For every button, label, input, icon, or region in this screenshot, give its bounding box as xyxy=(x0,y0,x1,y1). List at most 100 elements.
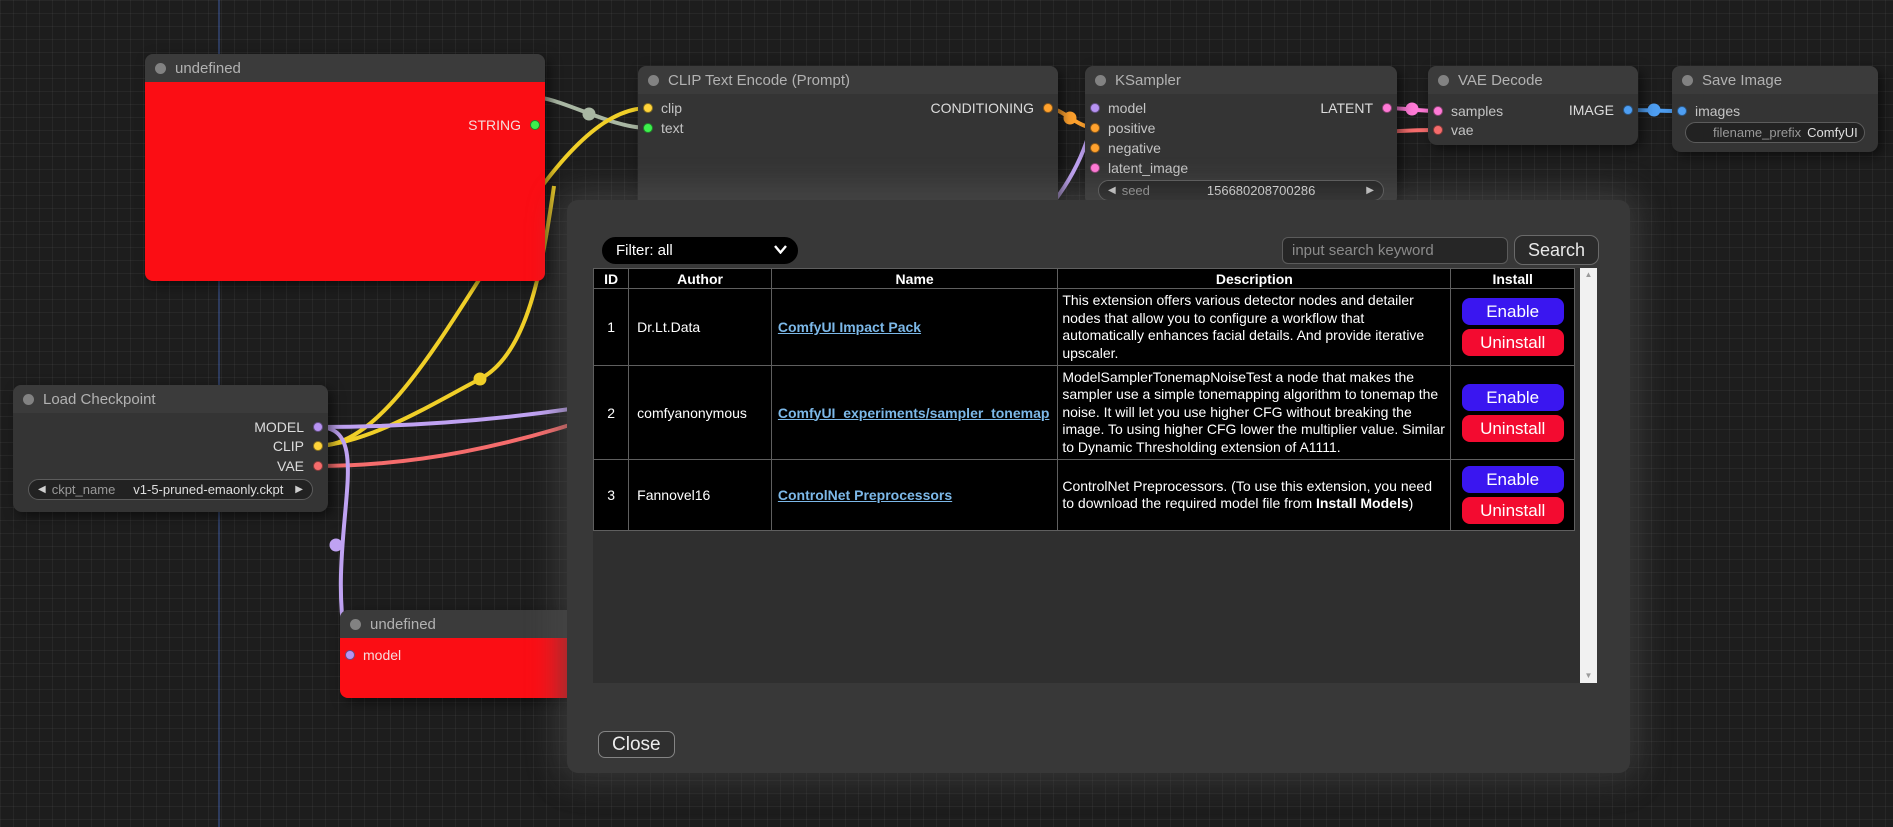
output-slot-image[interactable]: IMAGE xyxy=(1569,100,1633,120)
image-port-icon[interactable] xyxy=(1677,106,1687,116)
output-slot-string[interactable]: STRING xyxy=(468,115,540,135)
node-save-image[interactable]: Save Image images filename_prefix ComfyU… xyxy=(1672,66,1878,152)
latent-port-icon[interactable] xyxy=(1090,163,1100,173)
collapse-dot-icon[interactable] xyxy=(1438,75,1449,86)
widget-value[interactable]: ComfyUI xyxy=(1807,125,1868,140)
input-slot-positive[interactable]: positive xyxy=(1090,118,1155,138)
node-title: undefined xyxy=(175,60,241,77)
input-slot-text[interactable]: text xyxy=(643,118,684,138)
decrement-arrow-icon[interactable]: ◀ xyxy=(38,484,46,495)
vae-port-icon[interactable] xyxy=(1433,125,1443,135)
collapse-dot-icon[interactable] xyxy=(648,75,659,86)
node-undefined-top[interactable]: undefined STRING xyxy=(145,54,545,281)
input-slot-samples[interactable]: samples xyxy=(1433,101,1503,121)
node-header[interactable]: undefined xyxy=(145,54,545,82)
text-port-icon[interactable] xyxy=(643,123,653,133)
extension-link[interactable]: ControlNet Preprocessors xyxy=(778,487,952,503)
col-header-install: Install xyxy=(1451,269,1575,289)
comfyui-canvas[interactable]: undefined STRING CLIP Text Encode (Promp… xyxy=(0,0,1893,827)
model-port-icon[interactable] xyxy=(345,650,355,660)
col-header-id: ID xyxy=(594,269,629,289)
wire-conditioning-dot[interactable] xyxy=(1064,112,1077,125)
enable-button[interactable]: Enable xyxy=(1462,298,1564,325)
node-load-checkpoint[interactable]: Load Checkpoint MODEL CLIP VAE ◀ ckpt_na… xyxy=(13,385,328,512)
latent-port-icon[interactable] xyxy=(1433,106,1443,116)
vae-port-icon[interactable] xyxy=(313,461,323,471)
output-slot-vae[interactable]: VAE xyxy=(277,456,323,476)
extension-manager-dialog: Filter: all Search ID Author Name Descri… xyxy=(567,200,1630,773)
clip-port-icon[interactable] xyxy=(313,441,323,451)
close-button[interactable]: Close xyxy=(598,731,675,758)
extension-table-container[interactable]: ID Author Name Description Install 1 Dr.… xyxy=(593,268,1597,683)
image-port-icon[interactable] xyxy=(1623,105,1633,115)
output-slot-model[interactable]: MODEL xyxy=(254,417,323,437)
wire-clip-dot[interactable] xyxy=(474,373,487,386)
input-slot-negative[interactable]: negative xyxy=(1090,138,1161,158)
search-button[interactable]: Search xyxy=(1514,235,1599,265)
string-port-icon[interactable] xyxy=(530,120,540,130)
table-scrollbar[interactable]: ▲ ▼ xyxy=(1580,268,1597,683)
extension-link[interactable]: ComfyUI_experiments/sampler_tonemap xyxy=(778,405,1050,421)
conditioning-port-icon[interactable] xyxy=(1043,103,1053,113)
enable-button[interactable]: Enable xyxy=(1462,466,1564,493)
node-clip-text-encode[interactable]: CLIP Text Encode (Prompt) clip text COND… xyxy=(638,66,1058,211)
widget-value[interactable]: v1-5-pruned-emaonly.ckpt xyxy=(121,482,295,497)
input-slot-model[interactable]: model xyxy=(345,645,401,665)
node-vae-decode[interactable]: VAE Decode samples vae IMAGE xyxy=(1428,66,1638,145)
col-header-author: Author xyxy=(629,269,772,289)
output-slot-conditioning[interactable]: CONDITIONING xyxy=(931,98,1053,118)
col-header-name: Name xyxy=(771,269,1057,289)
node-title: KSampler xyxy=(1115,72,1181,89)
ckpt-name-widget[interactable]: ◀ ckpt_name v1-5-pruned-emaonly.ckpt ▶ xyxy=(28,479,313,500)
cell-description: ControlNet Preprocessors. (To use this e… xyxy=(1058,460,1451,531)
scroll-up-icon[interactable]: ▲ xyxy=(1585,271,1593,279)
cell-author: Dr.Lt.Data xyxy=(629,289,772,366)
increment-arrow-icon[interactable]: ▶ xyxy=(295,484,303,495)
node-title: Save Image xyxy=(1702,72,1782,89)
extension-link[interactable]: ComfyUI Impact Pack xyxy=(778,319,921,335)
clip-port-icon[interactable] xyxy=(643,103,653,113)
collapse-dot-icon[interactable] xyxy=(1682,75,1693,86)
model-port-icon[interactable] xyxy=(1090,103,1100,113)
node-header[interactable]: Load Checkpoint xyxy=(13,385,328,413)
wire-string-dot[interactable] xyxy=(583,108,596,121)
col-header-description: Description xyxy=(1058,269,1451,289)
table-header-row: ID Author Name Description Install xyxy=(594,269,1575,289)
collapse-dot-icon[interactable] xyxy=(1095,75,1106,86)
table-row: 3 Fannovel16 ControlNet Preprocessors Co… xyxy=(594,460,1575,531)
wire-latent-dot[interactable] xyxy=(1406,103,1419,116)
node-header[interactable]: CLIP Text Encode (Prompt) xyxy=(638,66,1058,94)
collapse-dot-icon[interactable] xyxy=(155,63,166,74)
uninstall-button[interactable]: Uninstall xyxy=(1462,497,1564,524)
search-input[interactable] xyxy=(1282,237,1508,264)
scroll-down-icon[interactable]: ▼ xyxy=(1585,672,1593,680)
decrement-arrow-icon[interactable]: ◀ xyxy=(1108,185,1116,196)
enable-button[interactable]: Enable xyxy=(1462,384,1564,411)
node-header[interactable]: Save Image xyxy=(1672,66,1878,94)
filename-prefix-widget[interactable]: filename_prefix ComfyUI xyxy=(1685,122,1865,143)
node-header[interactable]: KSampler xyxy=(1085,66,1397,94)
input-slot-vae[interactable]: vae xyxy=(1433,120,1474,140)
increment-arrow-icon[interactable]: ▶ xyxy=(1366,185,1374,196)
seed-widget[interactable]: ◀ seed 156680208700286 ▶ xyxy=(1098,180,1384,201)
input-slot-images[interactable]: images xyxy=(1677,101,1740,121)
uninstall-button[interactable]: Uninstall xyxy=(1462,329,1564,356)
collapse-dot-icon[interactable] xyxy=(23,394,34,405)
widget-value[interactable]: 156680208700286 xyxy=(1156,183,1366,198)
input-slot-latent-image[interactable]: latent_image xyxy=(1090,158,1188,178)
output-slot-clip[interactable]: CLIP xyxy=(273,436,323,456)
node-header[interactable]: VAE Decode xyxy=(1428,66,1638,94)
output-slot-latent[interactable]: LATENT xyxy=(1320,98,1392,118)
collapse-dot-icon[interactable] xyxy=(350,619,361,630)
conditioning-port-icon[interactable] xyxy=(1090,123,1100,133)
conditioning-port-icon[interactable] xyxy=(1090,143,1100,153)
wire-model-dot[interactable] xyxy=(330,539,343,552)
filter-select[interactable]: Filter: all xyxy=(602,237,798,264)
node-ksampler[interactable]: KSampler model positive negative latent_… xyxy=(1085,66,1397,206)
latent-port-icon[interactable] xyxy=(1382,103,1392,113)
wire-image-dot[interactable] xyxy=(1648,104,1661,117)
input-slot-model[interactable]: model xyxy=(1090,98,1146,118)
uninstall-button[interactable]: Uninstall xyxy=(1462,415,1564,442)
model-port-icon[interactable] xyxy=(313,422,323,432)
input-slot-clip[interactable]: clip xyxy=(643,98,682,118)
